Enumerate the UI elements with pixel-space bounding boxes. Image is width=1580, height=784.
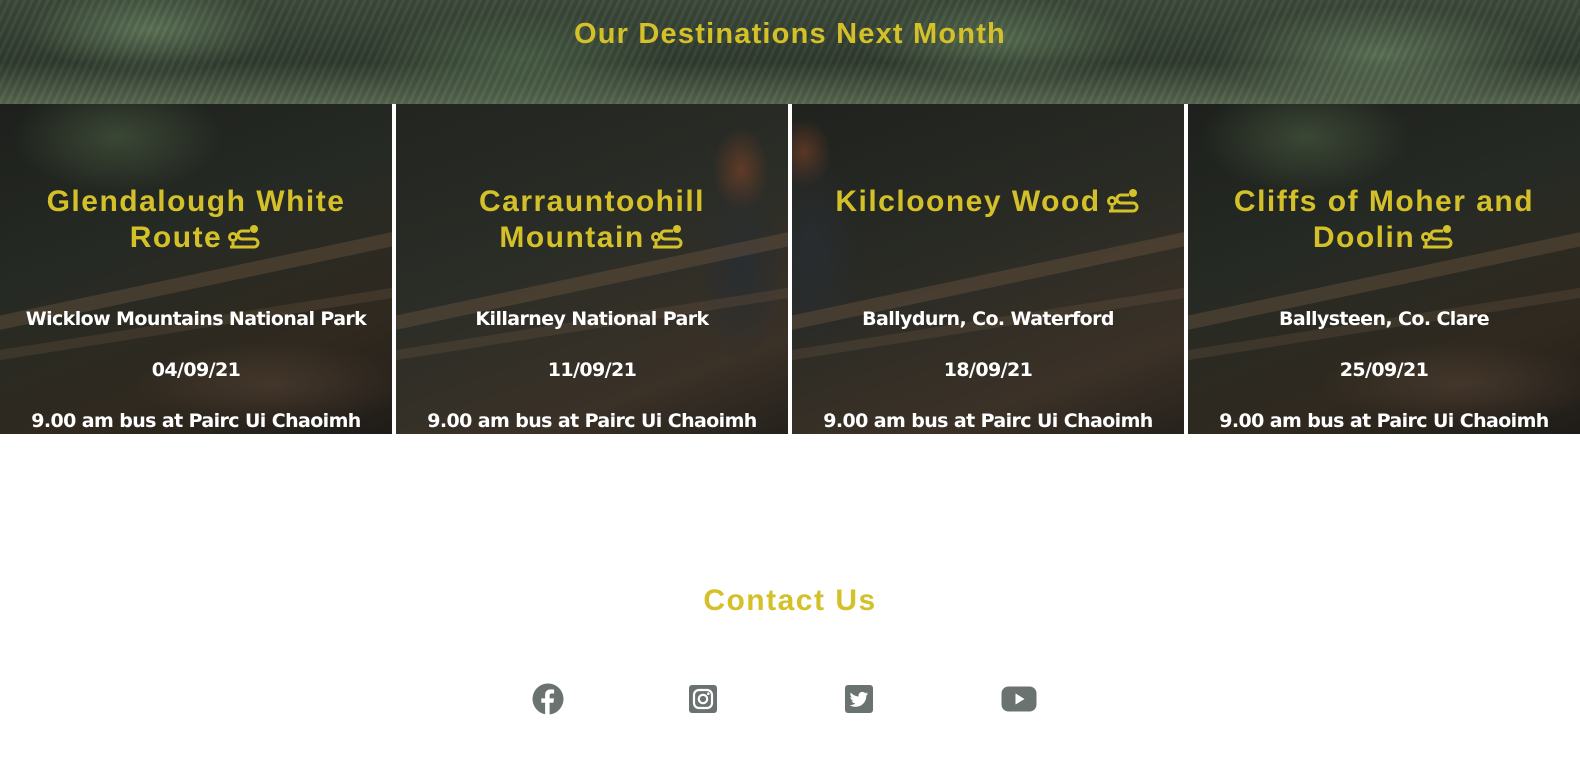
route-icon — [650, 225, 683, 249]
destination-card: Carrauntoohill Mountain Killarney Nation… — [396, 104, 788, 434]
destination-transport: 9.00 am bus at Pairc Ui Chaoimh — [31, 410, 361, 432]
facebook-icon — [532, 683, 564, 715]
destination-title: Kilclooney Wood — [792, 184, 1184, 274]
destination-date: 11/09/21 — [547, 359, 637, 381]
destination-date: 04/09/21 — [151, 359, 241, 381]
instagram-icon — [689, 685, 717, 713]
destination-title: Glendalough White Route — [46, 185, 346, 254]
destination-title: Carrauntoohill Mountain — [478, 185, 705, 254]
destination-location: Ballysteen, Co. Clare — [1278, 308, 1490, 330]
destination-transport: 9.00 am bus at Pairc Ui Chaoimh — [1219, 410, 1549, 432]
twitter-icon — [845, 685, 873, 713]
destination-location: Wicklow Mountains National Park — [25, 308, 367, 330]
route-icon — [1421, 225, 1453, 249]
destinations-banner: Our Destinations Next Month — [0, 0, 1580, 104]
destination-card: Kilclooney Wood Ballydurn, Co. Waterford… — [792, 104, 1184, 434]
youtube-icon — [1001, 686, 1037, 712]
section-title: Our Destinations Next Month — [574, 18, 1006, 50]
twitter-link[interactable] — [839, 681, 879, 717]
destination-card: Glendalough White Route Wicklow Mountain… — [0, 104, 392, 434]
destination-location: Killarney National Park — [475, 308, 709, 330]
facebook-link[interactable] — [528, 681, 568, 717]
destination-date: 18/09/21 — [943, 359, 1033, 381]
route-icon — [228, 225, 260, 249]
route-icon — [1106, 189, 1139, 213]
destination-card: Cliffs of Moher and Doolin Ballysteen, C… — [1188, 104, 1580, 434]
destination-location: Ballydurn, Co. Waterford — [862, 308, 1114, 330]
destination-cards: Glendalough White Route Wicklow Mountain… — [0, 104, 1580, 434]
destination-title: Cliffs of Moher and Doolin — [1233, 185, 1535, 254]
destination-date: 25/09/21 — [1339, 359, 1429, 381]
instagram-link[interactable] — [683, 681, 723, 717]
youtube-link[interactable] — [999, 681, 1039, 717]
contact-title: Contact Us — [703, 584, 877, 617]
destination-transport: 9.00 am bus at Pairc Ui Chaoimh — [427, 410, 757, 432]
destination-transport: 9.00 am bus at Pairc Ui Chaoimh — [823, 410, 1153, 432]
